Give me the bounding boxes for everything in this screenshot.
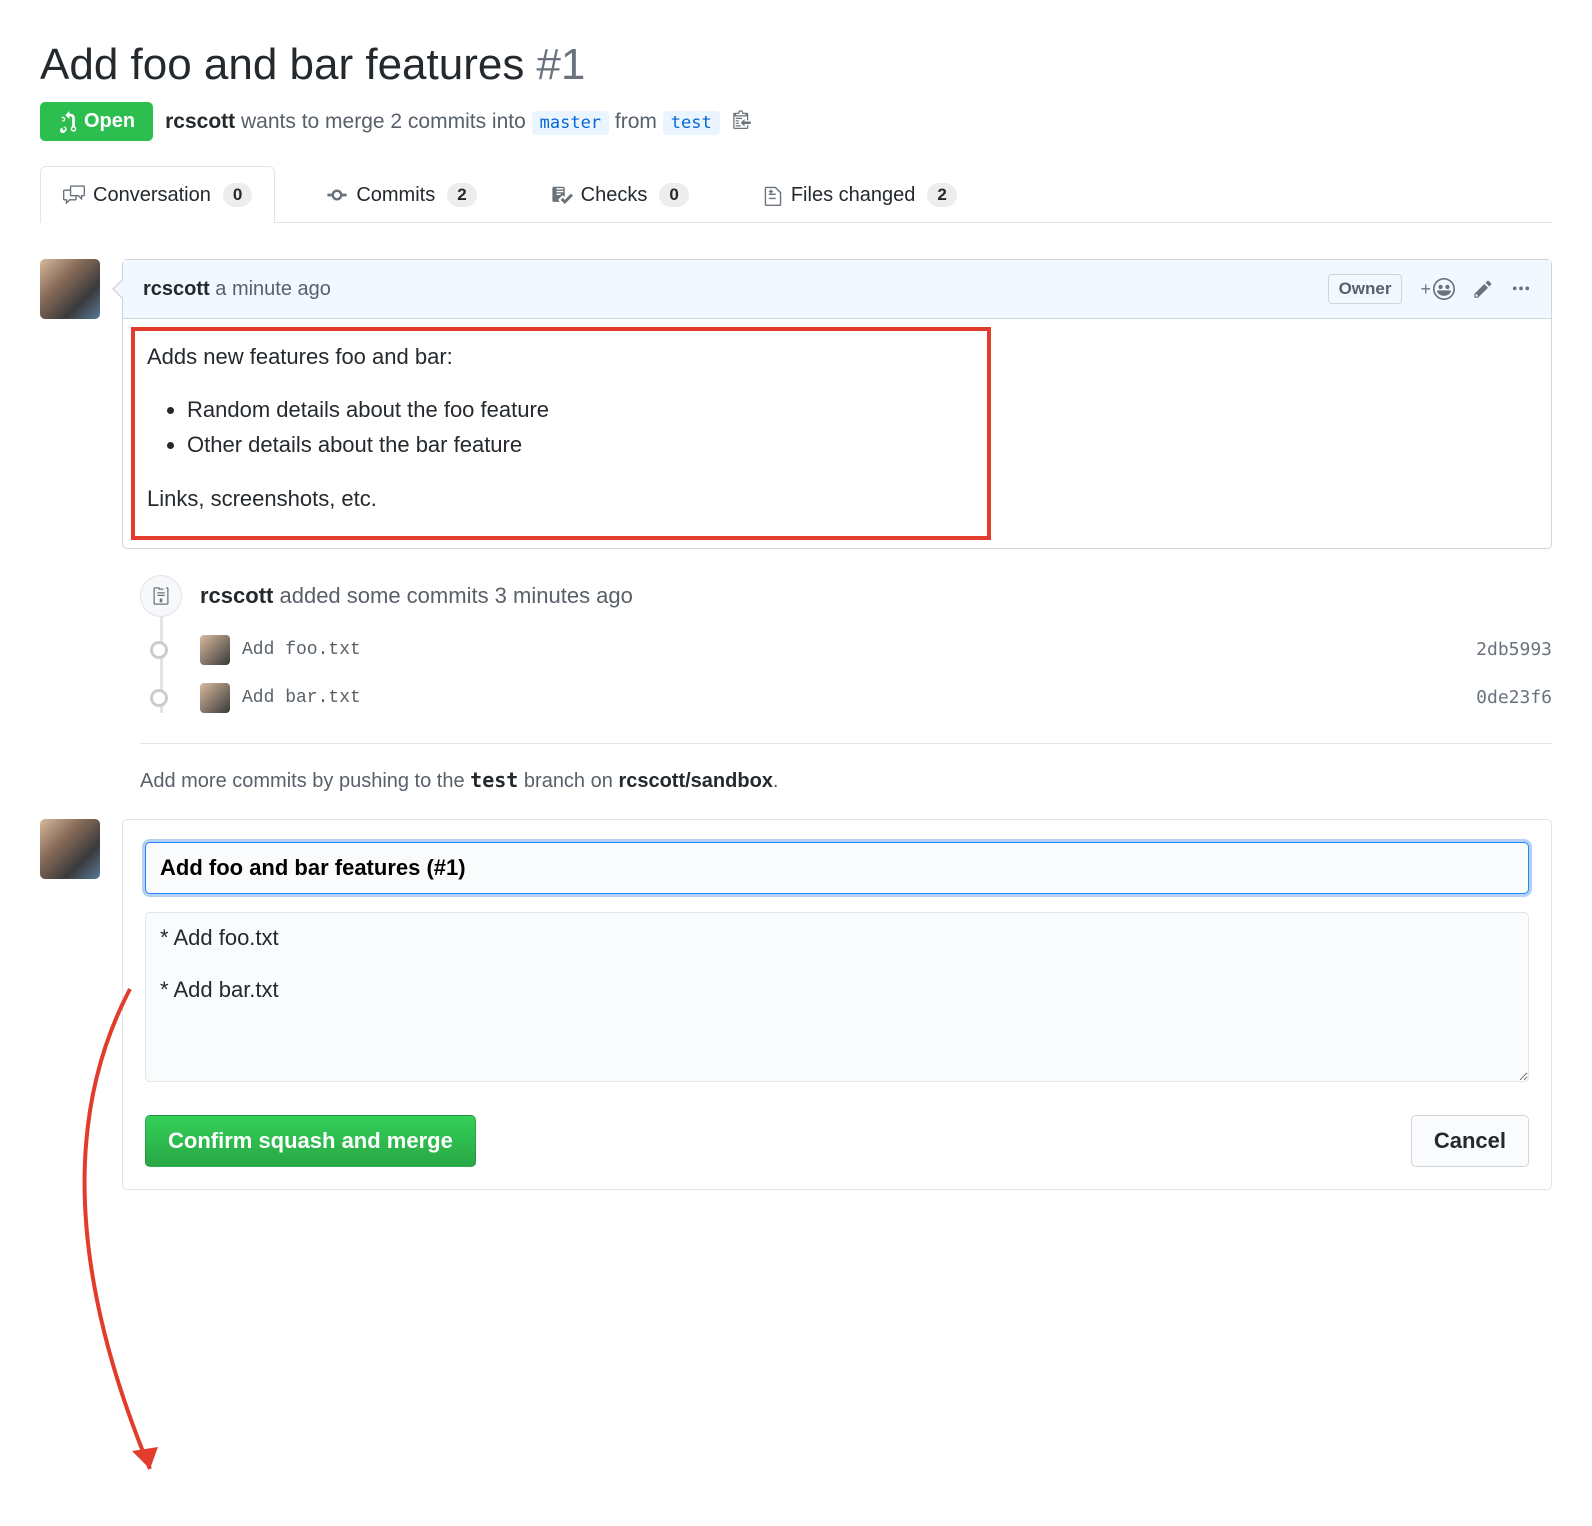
tab-conversation-label: Conversation	[93, 184, 211, 207]
copy-icon[interactable]	[732, 109, 752, 135]
state-label: Open	[84, 110, 135, 133]
pr-title: Add foo and bar features	[40, 40, 524, 90]
checks-count: 0	[659, 183, 688, 207]
avatar[interactable]	[40, 819, 100, 879]
owner-badge: Owner	[1328, 274, 1403, 304]
add-reaction-button[interactable]: +	[1420, 278, 1455, 300]
pr-meta: Open rcscott wants to merge 2 commits in…	[40, 102, 1552, 141]
merge-form: Confirm squash and merge Cancel	[40, 819, 1552, 1190]
tab-files-label: Files changed	[791, 184, 916, 207]
commit-dot-icon	[150, 641, 168, 659]
pr-number: #1	[536, 40, 585, 90]
smiley-icon	[1433, 278, 1455, 300]
pr-header: Add foo and bar features #1	[40, 40, 1552, 90]
pr-author[interactable]: rcscott	[165, 110, 235, 133]
commit-icon	[326, 184, 348, 206]
comment-discussion-icon	[63, 184, 85, 206]
avatar[interactable]	[200, 683, 230, 713]
push-hint: Add more commits by pushing to the test …	[140, 743, 1552, 793]
base-branch[interactable]: master	[532, 111, 609, 135]
kebab-icon[interactable]	[1511, 279, 1531, 299]
commit-sha[interactable]: 0de23f6	[1476, 687, 1552, 708]
event-text: added some commits 3 minutes ago	[279, 583, 632, 608]
commit-row: Add foo.txt 2db5993	[140, 635, 1552, 665]
state-badge: Open	[40, 102, 153, 141]
tab-checks[interactable]: Checks 0	[528, 166, 712, 223]
tab-checks-label: Checks	[581, 184, 648, 207]
confirm-merge-button[interactable]: Confirm squash and merge	[145, 1115, 476, 1167]
pr-description: rcscott a minute ago Owner + Adds new fe…	[40, 259, 1552, 549]
comment-author[interactable]: rcscott	[143, 278, 210, 300]
tab-commits[interactable]: Commits 2	[303, 166, 499, 223]
pr-icon	[58, 111, 78, 133]
repo-push-icon	[140, 575, 182, 617]
head-branch[interactable]: test	[663, 111, 720, 135]
avatar[interactable]	[200, 635, 230, 665]
tab-conversation[interactable]: Conversation 0	[40, 166, 275, 223]
cancel-button[interactable]: Cancel	[1411, 1115, 1529, 1167]
comment-body: Adds new features foo and bar: Random de…	[123, 319, 1551, 548]
commit-row: Add bar.txt 0de23f6	[140, 683, 1552, 713]
event-author[interactable]: rcscott	[200, 583, 273, 608]
avatar[interactable]	[40, 259, 100, 319]
commit-message[interactable]: Add foo.txt	[242, 640, 1464, 660]
comment-time: a minute ago	[215, 278, 331, 300]
bullet-bar: Other details about the bar feature	[187, 427, 1527, 462]
files-count: 2	[927, 183, 956, 207]
comment-header: rcscott a minute ago Owner +	[123, 260, 1551, 319]
tab-files[interactable]: Files changed 2	[740, 166, 980, 223]
commit-message[interactable]: Add bar.txt	[242, 688, 1464, 708]
merge-title-input[interactable]	[145, 842, 1529, 894]
merge-summary: rcscott wants to merge 2 commits into ma…	[165, 110, 720, 134]
merge-body-input[interactable]	[145, 912, 1529, 1082]
pencil-icon[interactable]	[1473, 279, 1493, 299]
checklist-icon	[551, 184, 573, 206]
conversation-count: 0	[223, 183, 252, 207]
tab-commits-label: Commits	[356, 184, 435, 207]
bullet-foo: Random details about the foo feature	[187, 392, 1527, 427]
tab-bar: Conversation 0 Commits 2 Checks 0 Files …	[40, 165, 1552, 223]
commits-count: 2	[447, 183, 476, 207]
file-diff-icon	[763, 184, 783, 206]
commit-sha[interactable]: 2db5993	[1476, 639, 1552, 660]
commit-dot-icon	[150, 689, 168, 707]
timeline-events: rcscott added some commits 3 minutes ago…	[140, 575, 1552, 713]
